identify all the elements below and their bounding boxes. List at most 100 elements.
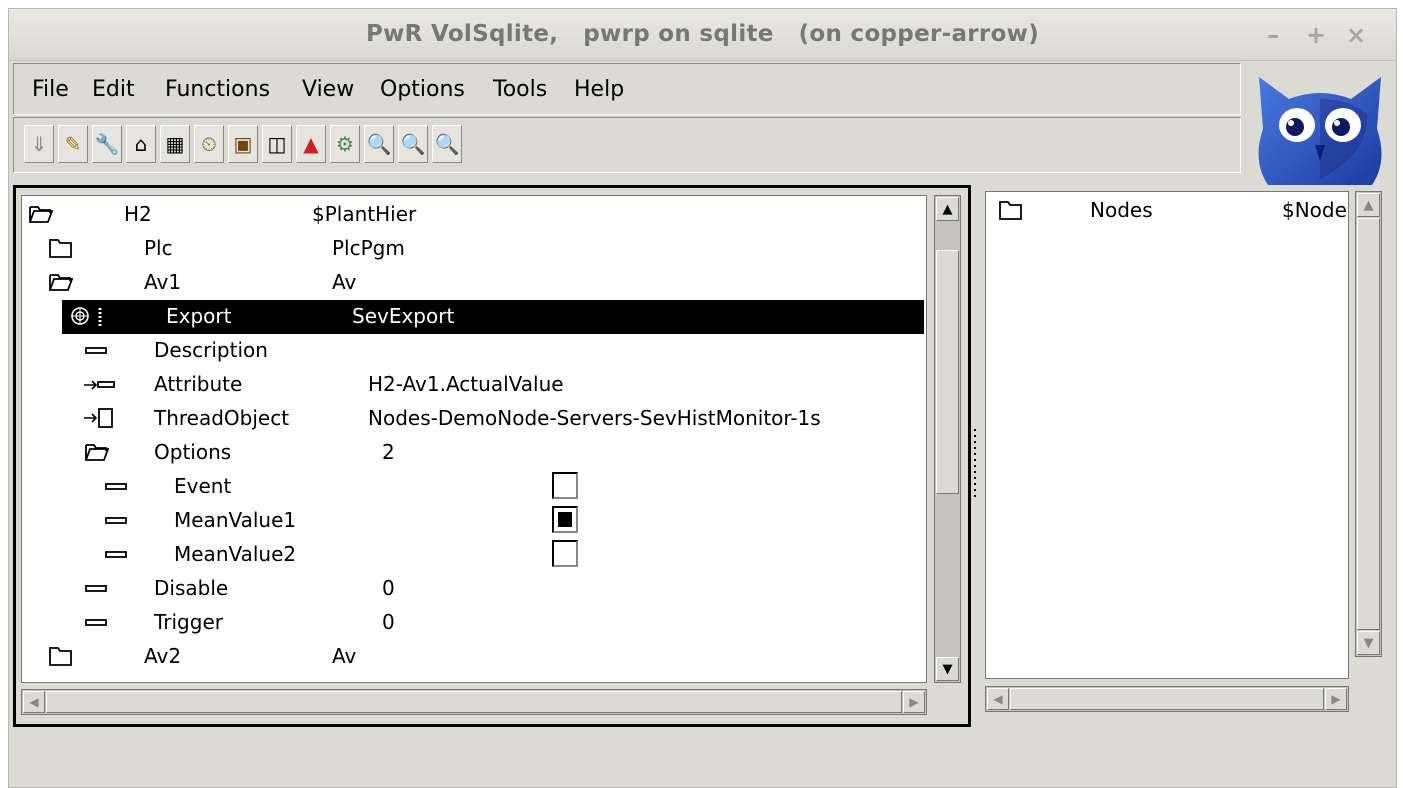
maximize-button[interactable]: + <box>1306 21 1326 49</box>
tree-row[interactable]: ThreadObject Nodes-DemoNode-Servers-SevH… <box>22 402 926 436</box>
menu-tools[interactable]: Tools <box>493 77 547 102</box>
zoom-reset-button[interactable]: 🔍 <box>432 125 462 163</box>
zoom-out-icon: 🔍 <box>400 132 426 156</box>
attr-ref-icon[interactable] <box>82 378 118 392</box>
tree-item-name: H2 <box>124 202 152 226</box>
event-checkbox[interactable] <box>552 472 578 499</box>
distribute-button[interactable]: ▣ <box>228 125 258 163</box>
zoom-out-button[interactable]: 🔍 <box>398 125 428 163</box>
tree-item-name: Options <box>154 440 232 464</box>
application-window: PwR VolSqlite, pwrp on sqlite (on copper… <box>8 8 1397 788</box>
scroll-down-button[interactable]: ▼ <box>1357 631 1380 655</box>
wrench-icon: 🔧 <box>94 132 120 156</box>
tree-row-selected[interactable]: Export SevExport <box>62 300 924 334</box>
attribute-icon[interactable] <box>104 482 130 492</box>
tree-row[interactable]: MeanValue1 <box>22 504 926 538</box>
window-title: PwR VolSqlite, pwrp on sqlite (on copper… <box>365 21 1040 47</box>
right-vertical-scrollbar[interactable]: ▲ ▼ <box>1355 191 1382 657</box>
tree-item-class: SevExport <box>352 304 455 328</box>
tree-item-class: PlcPgm <box>332 236 405 260</box>
scroll-right-button[interactable]: ▶ <box>903 691 925 713</box>
title-bar[interactable]: PwR VolSqlite, pwrp on sqlite (on copper… <box>9 9 1396 61</box>
folder-open-icon[interactable] <box>48 271 74 293</box>
folder-icon[interactable] <box>998 199 1024 221</box>
tree-item-class: Av <box>332 644 357 668</box>
tree-row[interactable]: Nodes $Node <box>986 194 1348 228</box>
configure-icon: ▦ <box>165 132 185 156</box>
scroll-left-button[interactable]: ◀ <box>23 691 45 713</box>
link-button[interactable]: ⚙ <box>330 125 360 163</box>
tree-item-name: Event <box>174 474 232 498</box>
save-button[interactable]: ⇓ <box>24 125 54 163</box>
tree-row[interactable]: Disable 0 <box>22 572 926 606</box>
left-tree-pane: H2 $PlantHier Plc PlcPgm Av1 Av Export S… <box>13 185 971 727</box>
menu-options[interactable]: Options <box>380 77 465 102</box>
tree-row[interactable]: Av1 Av <box>22 266 926 300</box>
save-icon: ⇓ <box>30 132 48 156</box>
tree-row[interactable]: Attribute H2-Av1.ActualValue <box>22 368 926 402</box>
book-icon: ◫ <box>267 132 287 156</box>
attribute-icon[interactable] <box>84 618 110 628</box>
scroll-left-button[interactable]: ◀ <box>987 688 1009 710</box>
tree-row[interactable]: Plc PlcPgm <box>22 232 926 266</box>
toolbar: ⇓ ✎ 🔧 ⌂ ▦ ⏲ ▣ ◫ ▲ ⚙ 🔍 🔍 🔍 <box>13 117 1241 173</box>
alarm-button[interactable]: ▲ <box>296 125 326 163</box>
tree-row[interactable]: Description <box>22 334 926 368</box>
meanvalue1-checkbox[interactable] <box>552 506 578 533</box>
object-tree[interactable]: H2 $PlantHier Plc PlcPgm Av1 Av Export S… <box>21 195 927 683</box>
tree-row[interactable]: Event <box>22 470 926 504</box>
build-icon: ⏲ <box>201 132 217 156</box>
meanvalue2-checkbox[interactable] <box>552 540 578 567</box>
tree-item-name: Export <box>166 304 232 328</box>
menu-help[interactable]: Help <box>574 77 624 102</box>
attribute-icon[interactable] <box>104 550 130 560</box>
right-horizontal-scrollbar[interactable]: ◀ ▶ <box>985 686 1349 712</box>
build-button[interactable]: ⏲ <box>194 125 224 163</box>
tree-row[interactable]: Options 2 <box>22 436 926 470</box>
close-button[interactable]: × <box>1346 21 1366 49</box>
scroll-down-button[interactable]: ▼ <box>936 657 959 681</box>
tree-row[interactable]: Trigger 0 <box>22 606 926 640</box>
attribute-icon[interactable] <box>84 346 110 356</box>
folder-open-icon[interactable] <box>84 441 110 463</box>
folder-icon[interactable] <box>48 237 74 259</box>
tree-item-class: Av <box>332 270 357 294</box>
tree-item-name: Attribute <box>154 372 243 396</box>
left-vertical-scrollbar[interactable]: ▲ ▼ <box>934 195 961 683</box>
object-icon[interactable] <box>68 306 114 328</box>
tree-row[interactable]: MeanValue2 <box>22 538 926 572</box>
tree-row[interactable]: Av2 Av <box>22 640 926 674</box>
scroll-thumb[interactable] <box>936 250 959 494</box>
utilities-icon: ⌂ <box>134 132 148 156</box>
node-tree[interactable]: Nodes $Node <box>985 191 1349 679</box>
pane-splitter-handle[interactable] <box>971 429 979 501</box>
menu-functions[interactable]: Functions <box>165 77 270 102</box>
horizontal-scroll-thumb[interactable] <box>46 691 902 713</box>
folder-open-icon[interactable] <box>28 203 54 225</box>
tree-row[interactable]: H2 $PlantHier <box>22 198 926 232</box>
attribute-icon[interactable] <box>104 516 130 526</box>
attribute-icon[interactable] <box>84 584 110 594</box>
configure-button[interactable]: ▦ <box>160 125 190 163</box>
object-ref-icon[interactable] <box>82 407 118 431</box>
folder-icon[interactable] <box>48 645 74 667</box>
horizontal-scroll-thumb[interactable] <box>1010 688 1324 710</box>
menu-edit[interactable]: Edit <box>92 77 135 102</box>
tree-item-name: Disable <box>154 576 229 600</box>
tree-item-name: Plc <box>144 236 173 260</box>
menu-view[interactable]: View <box>302 77 354 102</box>
tree-item-name: ThreadObject <box>154 406 290 430</box>
left-horizontal-scrollbar[interactable]: ◀ ▶ <box>21 689 927 715</box>
edit-button[interactable]: ✎ <box>58 125 88 163</box>
zoom-in-button[interactable]: 🔍 <box>364 125 394 163</box>
book-button[interactable]: ◫ <box>262 125 292 163</box>
menu-file[interactable]: File <box>32 77 69 102</box>
utilities-button[interactable]: ⌂ <box>126 125 156 163</box>
scroll-right-button[interactable]: ▶ <box>1325 688 1347 710</box>
minimize-button[interactable]: – <box>1267 21 1279 49</box>
distribute-icon: ▣ <box>233 132 253 156</box>
wrench-button[interactable]: 🔧 <box>92 125 122 163</box>
scroll-thumb[interactable] <box>1357 218 1380 630</box>
scroll-up-button[interactable]: ▲ <box>1357 193 1380 217</box>
scroll-up-button[interactable]: ▲ <box>936 197 959 221</box>
